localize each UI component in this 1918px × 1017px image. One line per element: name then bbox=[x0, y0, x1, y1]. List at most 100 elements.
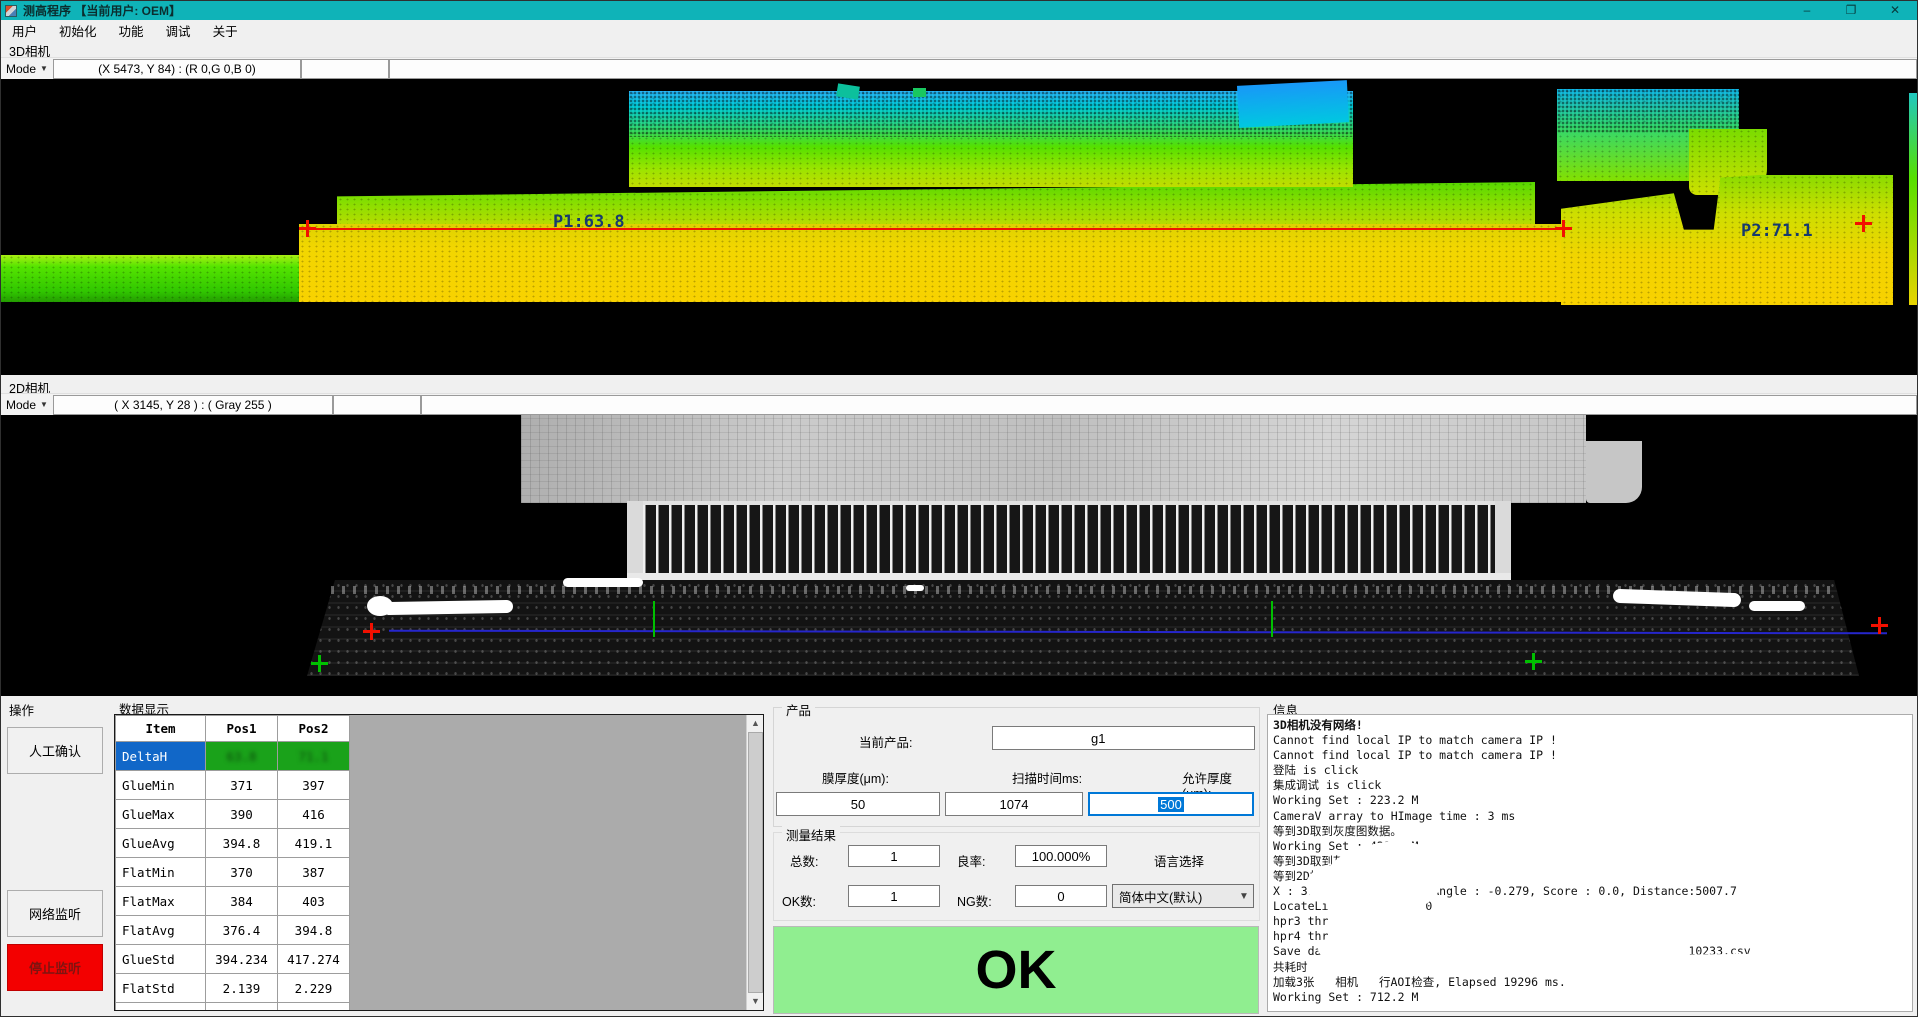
minimize-icon[interactable]: – bbox=[1785, 1, 1829, 20]
pcb-tab bbox=[1586, 441, 1642, 503]
heightmap-top-mark2 bbox=[913, 88, 926, 97]
table-row[interactable]: DeltaH 63.8 71.1 bbox=[116, 742, 350, 771]
annotation-p2: P2:71.1 bbox=[1741, 221, 1813, 241]
menu-function[interactable]: 功能 bbox=[108, 19, 155, 42]
table-row[interactable]: GlueMin 371 397 bbox=[116, 771, 350, 800]
scan-time-field[interactable]: 1074 bbox=[945, 792, 1083, 816]
table-header: Item Pos1 Pos2 bbox=[116, 716, 350, 742]
redaction-blob bbox=[1306, 865, 1366, 905]
solder-blob bbox=[906, 585, 924, 591]
menu-initialize[interactable]: 初始化 bbox=[48, 19, 108, 42]
camera2d-toolbar-spacer2 bbox=[421, 395, 1917, 415]
chevron-down-icon: ▼ bbox=[40, 64, 48, 73]
results-group: 测量结果 总数: 1 良率: 100.000% 语言选择 OK数: 1 NG数:… bbox=[773, 832, 1260, 921]
marker-cross-p2 bbox=[1555, 220, 1572, 237]
app-window: 测高程序 【当前用户: OEM】 – ❐ ✕ 用户 初始化 功能 调试 关于 3… bbox=[0, 0, 1918, 1017]
table-row[interactable]: GlueStd 394.234 417.274 bbox=[116, 945, 350, 974]
connector-base-strip bbox=[627, 573, 1511, 580]
marker-cross-left bbox=[363, 623, 380, 640]
camera3d-mode-bar: Mode ▼ (X 5473, Y 84) : (R 0,G 0,B 0) bbox=[1, 57, 1917, 79]
chevron-down-icon: ▼ bbox=[40, 400, 48, 409]
connector-pins bbox=[643, 501, 1495, 573]
scroll-up-icon[interactable]: ▲ bbox=[747, 715, 764, 732]
menu-user[interactable]: 用户 bbox=[1, 19, 48, 42]
col-item: Item bbox=[116, 716, 206, 742]
info-log[interactable]: 3D相机没有网络! Cannot find local IP to match … bbox=[1267, 714, 1913, 1012]
log-line: Cannot find local IP to match camera IP … bbox=[1273, 748, 1907, 763]
window-title: 测高程序 【当前用户: OEM】 bbox=[23, 2, 181, 19]
heightmap-right-slab bbox=[1561, 175, 1893, 305]
manual-confirm-button[interactable]: 人工确认 bbox=[7, 727, 103, 774]
total-label: 总数: bbox=[790, 851, 818, 870]
heightmap-cyan-blob bbox=[1237, 80, 1349, 128]
stop-listen-button[interactable]: 停止监听 bbox=[7, 944, 103, 991]
yield-label: 良率: bbox=[957, 851, 985, 870]
measure-line-red bbox=[309, 228, 1567, 230]
app-icon bbox=[5, 5, 17, 17]
heightmap-main-slab bbox=[299, 224, 1571, 302]
log-line: Working Set : 223.2 M bbox=[1273, 793, 1907, 808]
ng-count-field[interactable]: 0 bbox=[1015, 885, 1107, 907]
table-row[interactable]: FlatMax 384 403 bbox=[116, 887, 350, 916]
log-line: CameraV array to HImage time : 3 ms bbox=[1273, 809, 1907, 824]
title-bar: 测高程序 【当前用户: OEM】 – ❐ ✕ bbox=[1, 1, 1917, 20]
scan-time-label: 扫描时间ms: bbox=[1012, 768, 1082, 787]
heightmap-upper-band bbox=[337, 182, 1535, 230]
heightmap-edge-sliver bbox=[1909, 93, 1918, 305]
solder-blob bbox=[383, 600, 513, 615]
table-row[interactable]: GlueAvg 394.8 419.1 bbox=[116, 829, 350, 858]
film-thickness-field[interactable]: 50 bbox=[776, 792, 940, 816]
table-scrollbar[interactable]: ▲ ▼ bbox=[746, 715, 763, 1010]
operations-section-label: 操作 bbox=[9, 700, 34, 719]
total-field[interactable]: 1 bbox=[848, 845, 940, 867]
table-row[interactable]: X 2583.5 7966.7 bbox=[116, 1003, 350, 1012]
maximize-icon[interactable]: ❐ bbox=[1829, 1, 1873, 20]
marker-cross-right bbox=[1871, 617, 1888, 634]
yield-field[interactable]: 100.000% bbox=[1015, 845, 1107, 867]
ok-count-field[interactable]: 1 bbox=[848, 885, 940, 907]
connector-rail-left bbox=[627, 501, 643, 579]
current-product-label: 当前产品: bbox=[859, 732, 912, 751]
annotation-p1: P1:63.8 bbox=[553, 212, 625, 232]
marker-cross-p1 bbox=[299, 220, 316, 237]
network-listen-button[interactable]: 网络监听 bbox=[7, 890, 103, 937]
results-section-label: 测量结果 bbox=[782, 825, 840, 844]
camera2d-toolbar-spacer bbox=[333, 395, 421, 415]
menu-about[interactable]: 关于 bbox=[202, 19, 249, 42]
allowed-thickness-field[interactable]: 500 bbox=[1088, 792, 1254, 816]
scrollbar-thumb[interactable] bbox=[748, 732, 763, 993]
log-line: 登陆 is click bbox=[1273, 763, 1907, 778]
data-grid[interactable]: Item Pos1 Pos2 DeltaH 63.8 71.1 GlueMin … bbox=[114, 714, 764, 1011]
log-line: 加载3张 相机 行AOI检查, Elapsed 19296 ms. bbox=[1273, 975, 1907, 990]
table-row[interactable]: FlatMin 370 387 bbox=[116, 858, 350, 887]
language-label: 语言选择 bbox=[1154, 851, 1204, 870]
camera3d-mode-button[interactable]: Mode ▼ bbox=[1, 58, 53, 79]
scroll-down-icon[interactable]: ▼ bbox=[747, 993, 764, 1010]
camera3d-view[interactable]: P1:63.8 P2:71.1 bbox=[1, 79, 1918, 375]
log-line: 集成调试 is click bbox=[1273, 778, 1907, 793]
camera2d-mode-button[interactable]: Mode ▼ bbox=[1, 394, 53, 415]
film-thickness-label: 膜厚度(μm): bbox=[822, 768, 889, 787]
table-row[interactable]: FlatAvg 376.4 394.8 bbox=[116, 916, 350, 945]
language-select[interactable]: 简体中文(默认) ▼ bbox=[1112, 884, 1254, 908]
camera2d-view[interactable] bbox=[1, 415, 1918, 696]
ng-count-label: NG数: bbox=[957, 891, 992, 910]
current-product-field[interactable]: g1 bbox=[992, 726, 1255, 750]
log-line: 等到3D取到灰度图数据。 bbox=[1273, 824, 1907, 839]
green-tick-left bbox=[653, 601, 655, 637]
result-status-panel: OK bbox=[773, 926, 1259, 1014]
table-row[interactable]: FlatStd 2.139 2.229 bbox=[116, 974, 350, 1003]
connector-rail-right bbox=[1495, 501, 1511, 579]
menu-debug[interactable]: 调试 bbox=[155, 19, 202, 42]
marker-cross-green-left bbox=[311, 655, 328, 672]
camera3d-pixel-readout: (X 5473, Y 84) : (R 0,G 0,B 0) bbox=[53, 59, 301, 79]
product-section-label: 产品 bbox=[782, 700, 815, 719]
ok-count-label: OK数: bbox=[782, 891, 816, 910]
close-icon[interactable]: ✕ bbox=[1873, 1, 1917, 20]
fixture-dot-row bbox=[331, 586, 1831, 594]
camera3d-toolbar-spacer2 bbox=[389, 59, 1917, 79]
menu-bar: 用户 初始化 功能 调试 关于 bbox=[1, 20, 1917, 40]
table-row[interactable]: GlueMax 390 416 bbox=[116, 800, 350, 829]
green-tick-right bbox=[1271, 601, 1273, 637]
product-group: 产品 当前产品: g1 膜厚度(μm): 扫描时间ms: 允许厚度(μm): 5… bbox=[773, 707, 1260, 827]
